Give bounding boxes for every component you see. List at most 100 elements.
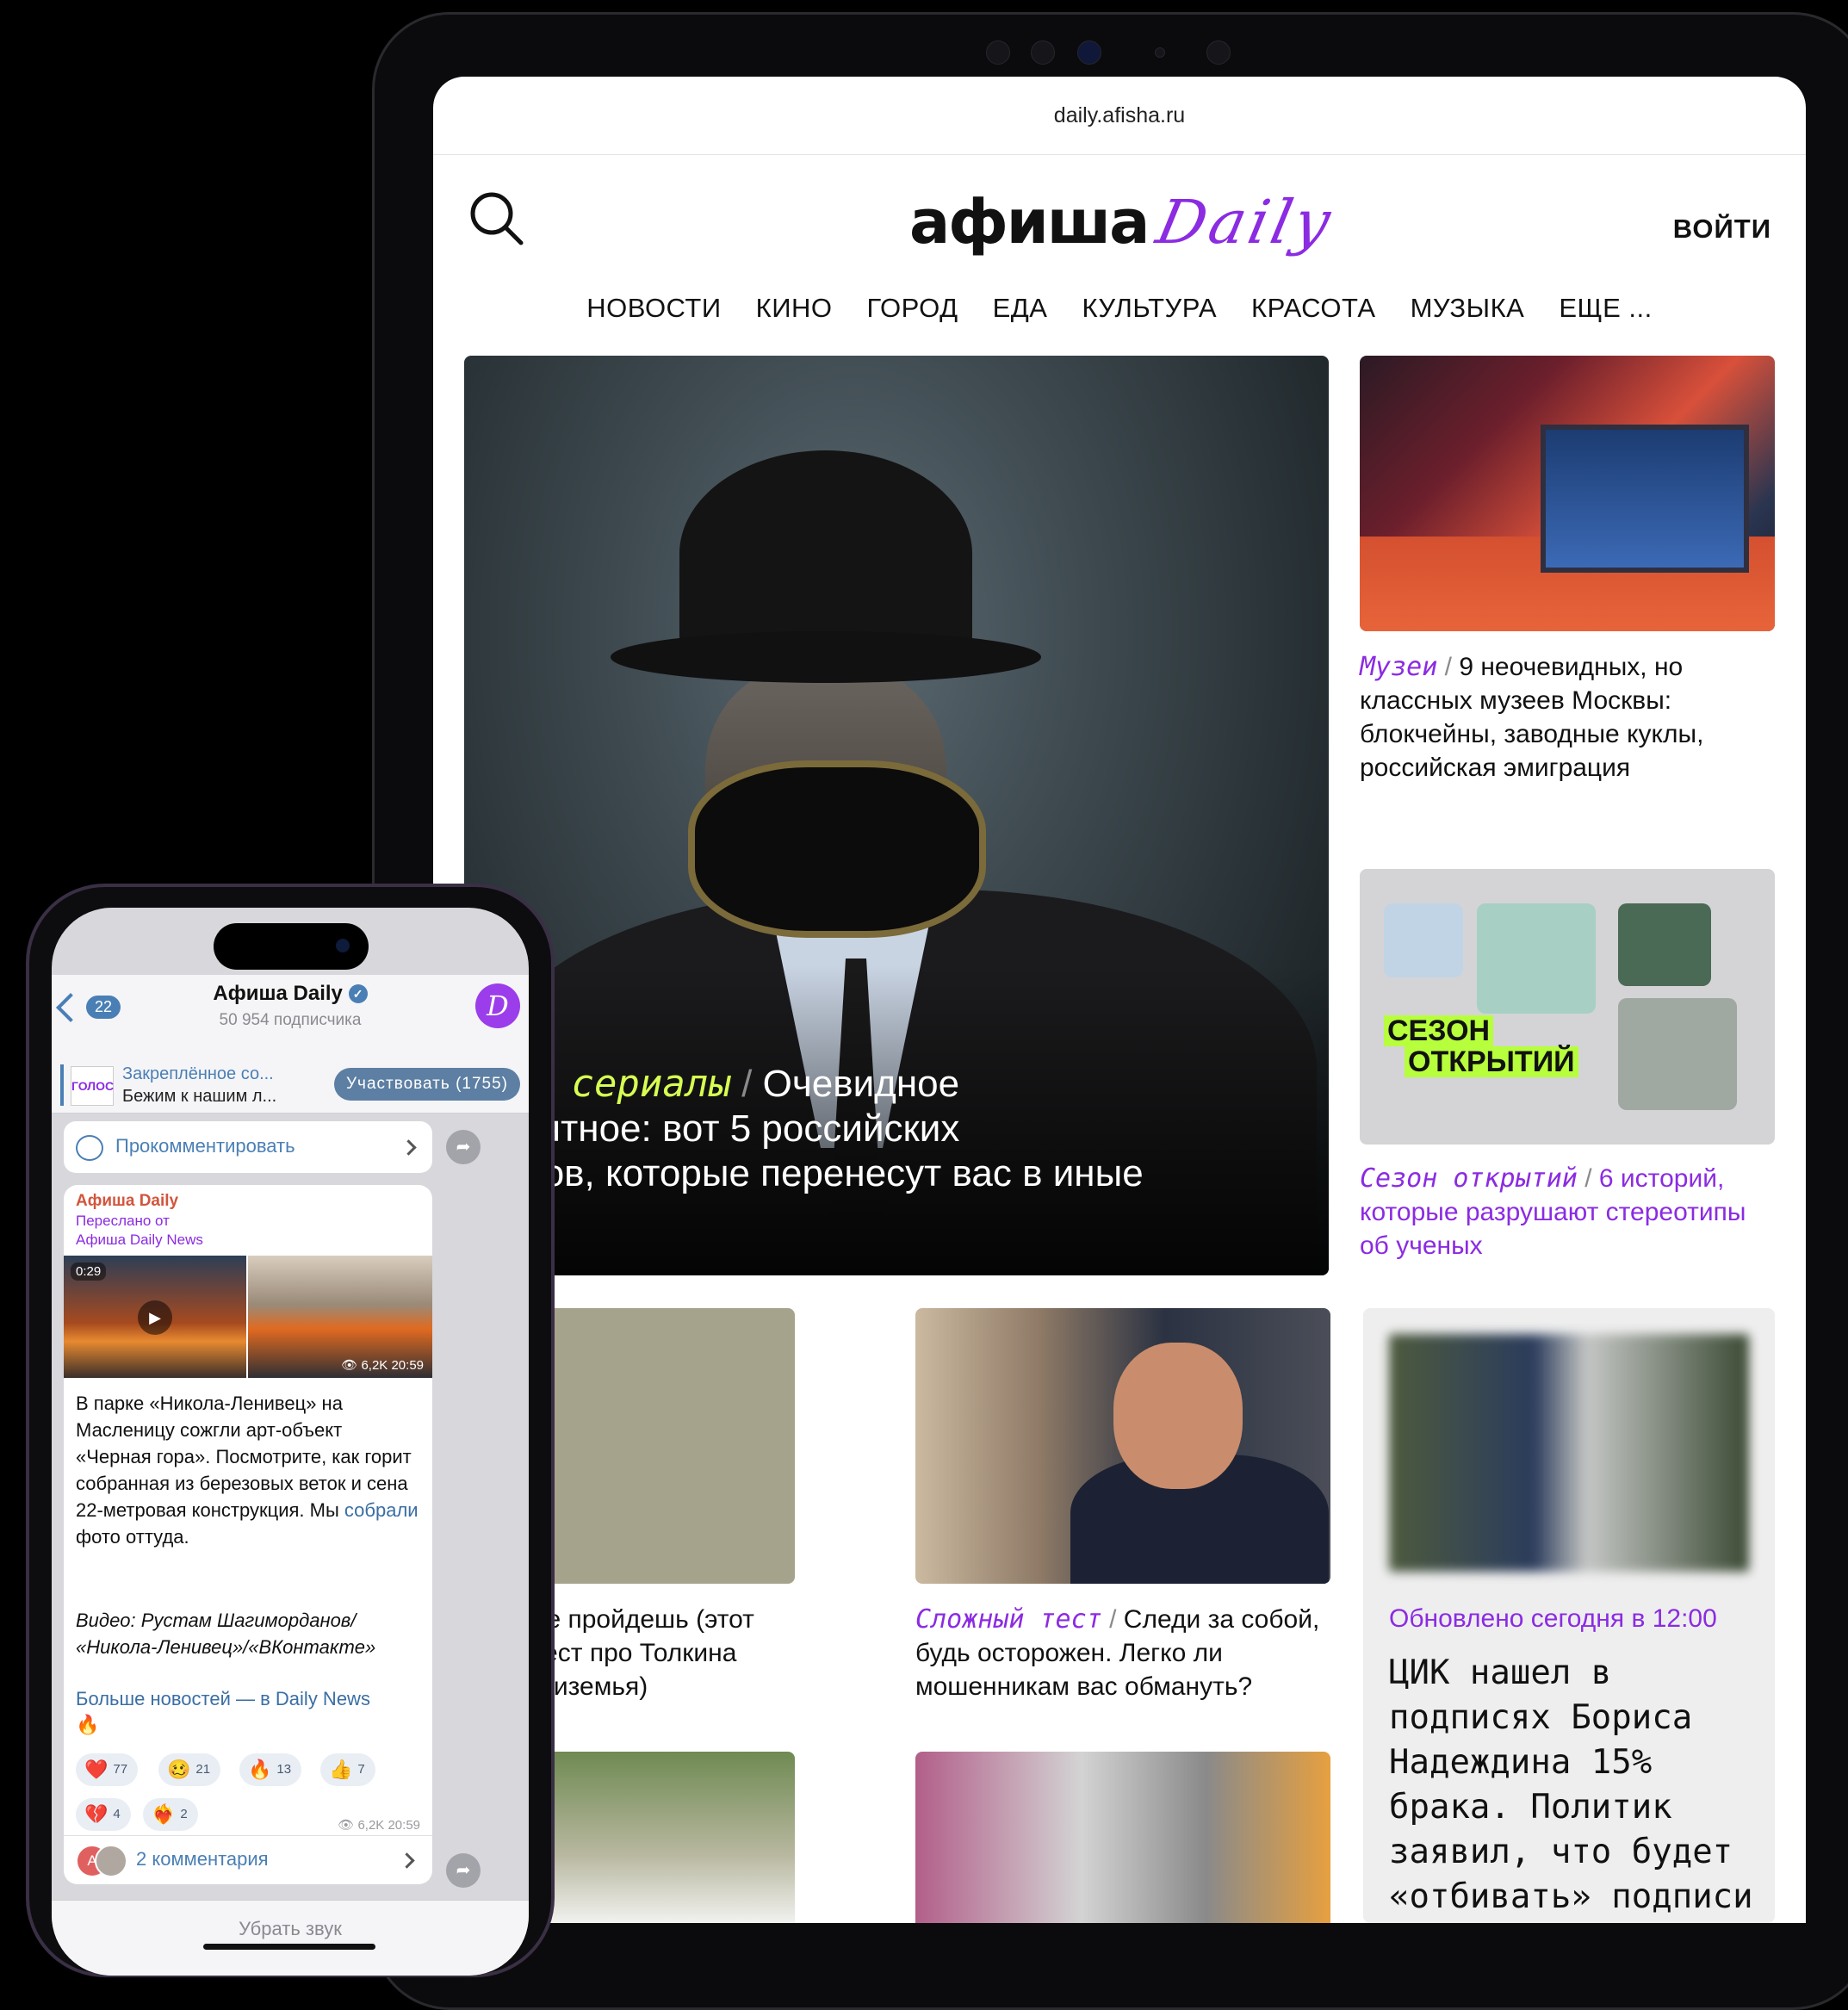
reaction-heart[interactable]: ❤️ 77: [76, 1753, 139, 1786]
hero-image-hat: [679, 450, 972, 657]
reaction-emoji: ❤️: [84, 1759, 109, 1780]
pinned-preview: Бежим к нашим л...: [122, 1087, 277, 1106]
news-updated: Обновлено сегодня в 12:00: [1389, 1604, 1717, 1633]
reaction-count: 4: [113, 1807, 121, 1821]
url-text: daily.afisha.ru: [1053, 102, 1186, 127]
nav-item-culture[interactable]: КУЛЬТУРА: [1082, 293, 1217, 324]
reaction-emoji: 🥴: [167, 1759, 191, 1780]
reaction-heart-on-fire[interactable]: ❤️‍🔥 2: [143, 1798, 198, 1831]
address-bar[interactable]: daily.afisha.ru: [433, 77, 1806, 155]
pinned-indicator: [60, 1064, 64, 1106]
subscriber-count: 50 954 подписчика: [219, 1011, 362, 1029]
share-icon[interactable]: ➦: [446, 1853, 481, 1888]
nav-item-food[interactable]: ЕДА: [993, 293, 1048, 324]
reaction-fire[interactable]: 🔥 13: [239, 1753, 302, 1786]
nav-item-city[interactable]: ГОРОД: [866, 293, 958, 324]
logo-script: Daily: [1150, 187, 1341, 257]
share-icon[interactable]: ➦: [446, 1130, 481, 1164]
reaction-count: 7: [357, 1762, 365, 1777]
participate-button[interactable]: Участвовать (1755): [333, 1068, 520, 1101]
site-logo[interactable]: афиша Daily: [909, 179, 1340, 265]
season-label-line1: СЕЗОН: [1384, 1015, 1494, 1046]
video-thumbnail[interactable]: 0:29 ▶: [64, 1256, 246, 1378]
channel-avatar[interactable]: D: [475, 983, 520, 1028]
photo-thumbnail[interactable]: 👁 6,2K 20:59: [248, 1256, 432, 1378]
verified-icon: ✓: [348, 984, 368, 1003]
fire-emoji: 🔥: [76, 1714, 100, 1735]
nav-item-news[interactable]: НОВОСТИ: [586, 293, 721, 324]
hero-image-brim: [611, 631, 1041, 683]
news-title: ЦИК нашел в подписях Бориса Надеждина 15…: [1389, 1653, 1753, 1916]
post-stamp: 👁 6,2K 20:59: [338, 1817, 420, 1833]
season-rubric[interactable]: Сезон открытий: [1360, 1163, 1578, 1194]
comment-button[interactable]: Прокомментировать: [64, 1121, 432, 1173]
channel-name: Афиша Daily: [213, 982, 343, 1005]
post-author[interactable]: Афиша Daily: [76, 1192, 178, 1211]
nav-item-beauty[interactable]: КРАСОТА: [1251, 293, 1376, 324]
channel-title[interactable]: Афиша Daily ✓: [52, 982, 529, 1006]
post-text-part2: фото оттуда.: [76, 1526, 189, 1548]
forwarded-source[interactable]: Афиша Daily News: [76, 1231, 203, 1249]
more-news-link[interactable]: Больше новостей — в Daily News: [76, 1688, 370, 1710]
news-image-blurred: [1389, 1334, 1749, 1572]
museums-headline[interactable]: Музеи / 9 неочевидных, но классных музее…: [1360, 650, 1773, 785]
post-text: В парке «Никола-Ленивец» на Масленицу со…: [76, 1390, 420, 1550]
article-image[interactable]: [915, 1752, 1330, 1923]
post-inline-link[interactable]: собрали: [344, 1499, 419, 1521]
reaction-broken-heart[interactable]: 💔 4: [76, 1798, 131, 1831]
news-card[interactable]: Обновлено сегодня в 12:00 ЦИК нашел в по…: [1363, 1308, 1775, 1923]
rubric-separator: /: [1584, 1164, 1592, 1193]
login-link[interactable]: ВОЙТИ: [1673, 214, 1771, 245]
home-indicator[interactable]: [203, 1944, 375, 1950]
chevron-right-icon: [400, 1139, 417, 1156]
season-image-label: СЕЗОН ОТКРЫТИЙ: [1384, 1015, 1578, 1077]
camera-lens: [1077, 40, 1101, 65]
nav-item-more[interactable]: ЕЩЕ ...: [1559, 293, 1652, 324]
sensor-dot: [1031, 40, 1055, 65]
forwarded-label: Переслано от: [76, 1213, 170, 1229]
site-header: афиша Daily ВОЙТИ: [433, 155, 1806, 284]
reaction-emoji: 🔥: [248, 1759, 272, 1780]
rubric-separator: /: [1109, 1605, 1117, 1634]
sensor-dot: [1206, 40, 1231, 65]
reaction-woozy[interactable]: 🥴 21: [158, 1753, 221, 1786]
museums-rubric[interactable]: Музеи: [1360, 652, 1437, 682]
rubric-separator: /: [1444, 653, 1452, 681]
sensor-dot: [1155, 47, 1165, 58]
hero-article[interactable]: ские сериалы / Очевидное вероятное: вот …: [464, 356, 1329, 1275]
reaction-emoji: ❤️‍🔥: [152, 1803, 176, 1825]
image-tile-micro: [1618, 903, 1711, 986]
tablet-camera-strip: [986, 40, 1606, 75]
rubric-separator: /: [741, 1063, 753, 1105]
video-duration: 0:29: [71, 1262, 107, 1281]
pinned-message[interactable]: ГОЛОС Закреплённое со... Бежим к нашим л…: [52, 1058, 529, 1114]
comment-label: Прокомментировать: [115, 1135, 295, 1157]
reaction-count: 21: [195, 1762, 211, 1777]
sensor-dot: [986, 40, 1010, 65]
fraud-test-rubric[interactable]: Сложный тест: [915, 1604, 1102, 1635]
nav-item-cinema[interactable]: КИНО: [756, 293, 833, 324]
search-icon[interactable]: [468, 189, 524, 246]
logo-wordmark: афиша: [909, 187, 1150, 257]
pinned-thumbnail: ГОЛОС: [71, 1066, 114, 1106]
reaction-count: 77: [113, 1762, 128, 1777]
nav-item-music[interactable]: МУЗЫКА: [1411, 293, 1525, 324]
reaction-count: 2: [180, 1807, 188, 1821]
phone-device: 22 Афиша Daily ✓ 50 954 подписчика D ГОЛ…: [26, 884, 555, 1977]
fraud-test-headline[interactable]: Сложный тест / Следи за собой, будь осто…: [915, 1603, 1337, 1703]
image-tile-man: [1618, 998, 1737, 1110]
tablet-screen: daily.afisha.ru афиша Daily ВОЙТИ НОВОСТ…: [433, 77, 1806, 1923]
dynamic-island: [214, 923, 369, 970]
play-icon[interactable]: ▶: [138, 1300, 172, 1335]
museums-image[interactable]: [1360, 356, 1775, 631]
channel-header: 22 Афиша Daily ✓ 50 954 подписчика D: [52, 975, 529, 1058]
fraud-test-image[interactable]: [915, 1308, 1330, 1584]
phone-screen: 22 Афиша Daily ✓ 50 954 подписчика D ГОЛ…: [52, 908, 529, 1976]
post-media: 0:29 ▶ 👁 6,2K 20:59: [64, 1256, 432, 1378]
commenter-avatar: [95, 1845, 127, 1877]
season-image[interactable]: СЕЗОН ОТКРЫТИЙ: [1360, 869, 1775, 1145]
reaction-thumbs-up[interactable]: 👍 7: [320, 1753, 375, 1786]
comments-link[interactable]: A 2 комментария: [64, 1835, 432, 1884]
season-headline[interactable]: Сезон открытий / 6 историй, которые разр…: [1360, 1162, 1773, 1262]
front-camera: [336, 939, 350, 952]
